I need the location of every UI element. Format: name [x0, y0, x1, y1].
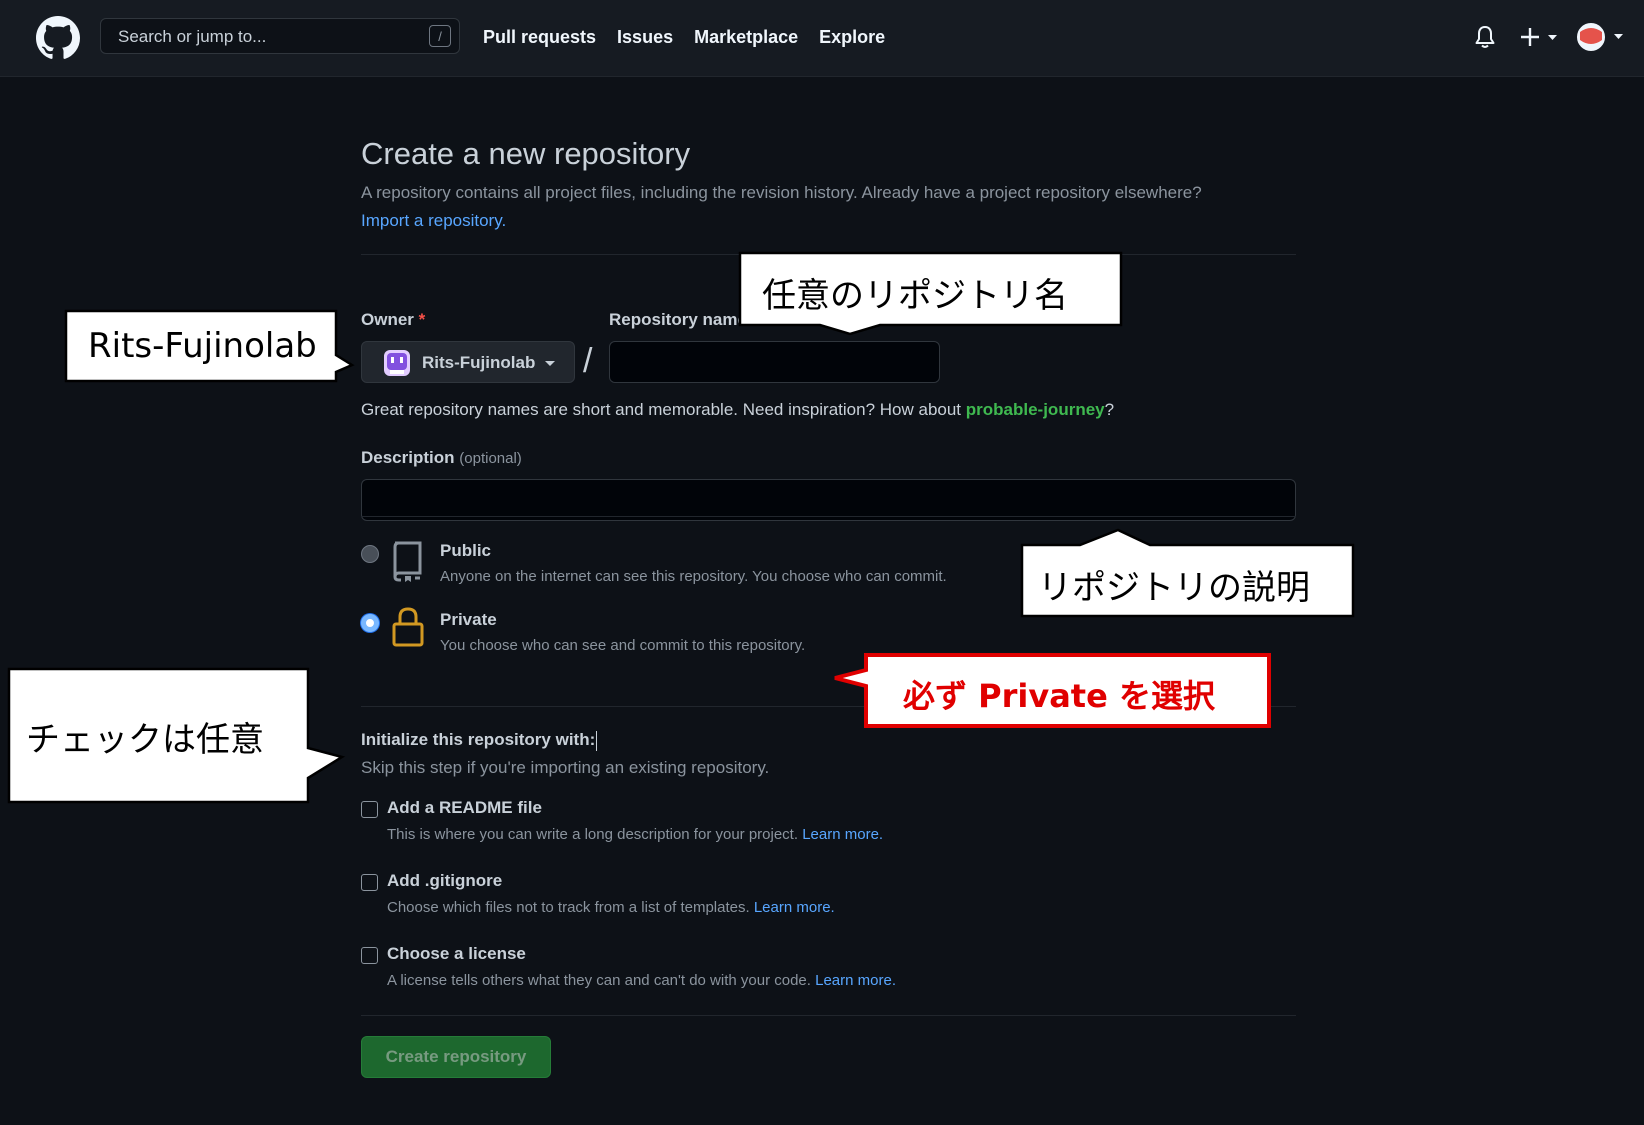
license-learn-more-link[interactable]: Learn more. [815, 972, 896, 989]
required-mark: * [418, 310, 426, 329]
page-subtitle: A repository contains all project files,… [361, 183, 1202, 202]
description-input[interactable] [361, 479, 1296, 521]
github-logo-icon[interactable] [36, 16, 80, 60]
user-avatar-menu-icon[interactable] [1574, 20, 1630, 54]
description-label-text: Description [361, 448, 455, 467]
optional-tag: (optional) [459, 450, 522, 467]
owner-label: Owner * [361, 310, 425, 330]
divider [361, 516, 1296, 517]
description-label: Description (optional) [361, 448, 522, 468]
text-cursor [596, 730, 598, 751]
page-title: Create a new repository [361, 136, 691, 171]
choose-license-title: Choose a license [387, 944, 526, 963]
add-readme-checkbox[interactable] [361, 801, 378, 818]
readme-learn-more-link[interactable]: Learn more. [802, 826, 883, 843]
search-shortcut-key: / [429, 25, 451, 47]
owner-callout-text: Rits-Fujinolab [88, 326, 317, 366]
description-callout-text: リポジトリの説明 [1038, 568, 1310, 608]
choose-license-description: A license tells others what they can and… [387, 972, 896, 989]
divider [361, 1015, 1296, 1016]
private-description: You choose who can see and commit to thi… [440, 637, 806, 654]
repository-name-label: Repository name [609, 310, 747, 329]
private-callout-text: 必ず Private を選択 [903, 677, 1215, 715]
nav-marketplace[interactable]: Marketplace [694, 27, 798, 48]
add-readme-description: This is where you can write a long descr… [387, 826, 883, 843]
public-radio[interactable] [361, 545, 379, 563]
owner-name: Rits-Fujinolab [422, 353, 536, 372]
chevron-down-icon [545, 361, 555, 366]
owner-repo-separator: / [583, 342, 593, 380]
repo-book-icon [393, 541, 422, 582]
nav-explore[interactable]: Explore [819, 27, 885, 48]
add-readme-title: Add a README file [387, 798, 542, 817]
add-gitignore-title: Add .gitignore [387, 871, 503, 890]
repository-name-input[interactable] [609, 341, 940, 383]
lock-icon [392, 607, 424, 647]
hint-text: Great repository names are short and mem… [361, 400, 966, 419]
choose-license-checkbox[interactable] [361, 947, 378, 964]
global-nav: Pull requests Issues Marketplace Explore [483, 27, 885, 48]
public-description: Anyone on the internet can see this repo… [440, 568, 947, 585]
divider [361, 254, 1296, 255]
nav-issues[interactable]: Issues [617, 27, 673, 48]
initialize-title: Initialize this repository with: [361, 730, 598, 751]
private-radio[interactable] [361, 614, 379, 632]
search-input[interactable]: Search or jump to... / [100, 18, 460, 54]
add-gitignore-description: Choose which files not to track from a l… [387, 899, 835, 916]
gitignore-desc-text: Choose which files not to track from a l… [387, 899, 750, 916]
owner-select-button[interactable]: Rits-Fujinolab [361, 341, 575, 383]
check-optional-callout-text: チェックは任意 [26, 720, 264, 760]
initialize-subtitle: Skip this step if you're importing an ex… [361, 758, 770, 777]
license-desc-text: A license tells others what they can and… [387, 972, 811, 989]
create-new-plus-icon[interactable] [1518, 22, 1562, 52]
import-repository-link[interactable]: Import a repository. [361, 211, 506, 231]
gitignore-learn-more-link[interactable]: Learn more. [754, 899, 835, 916]
private-title: Private [440, 610, 497, 629]
create-repository-button[interactable]: Create repository [361, 1036, 551, 1078]
owner-label-text: Owner [361, 310, 414, 329]
annotation-callout-shapes [7, 251, 1355, 804]
name-suggestion-link[interactable]: probable-journey [966, 400, 1105, 419]
hint-suffix: ? [1104, 400, 1115, 419]
readme-desc-text: This is where you can write a long descr… [387, 826, 799, 843]
repo-name-hint: Great repository names are short and mem… [361, 400, 1114, 420]
add-gitignore-checkbox[interactable] [361, 874, 378, 891]
initialize-title-text: Initialize this repository with: [361, 730, 596, 749]
public-title: Public [440, 541, 492, 560]
org-avatar-icon [384, 350, 410, 376]
nav-pull-requests[interactable]: Pull requests [483, 27, 596, 48]
notifications-bell-icon[interactable] [1474, 25, 1496, 49]
search-placeholder: Search or jump to... [118, 27, 267, 46]
top-navbar: Search or jump to... / Pull requests Iss… [0, 0, 1644, 77]
repo-name-callout-text: 任意のリポジトリ名 [762, 276, 1068, 316]
